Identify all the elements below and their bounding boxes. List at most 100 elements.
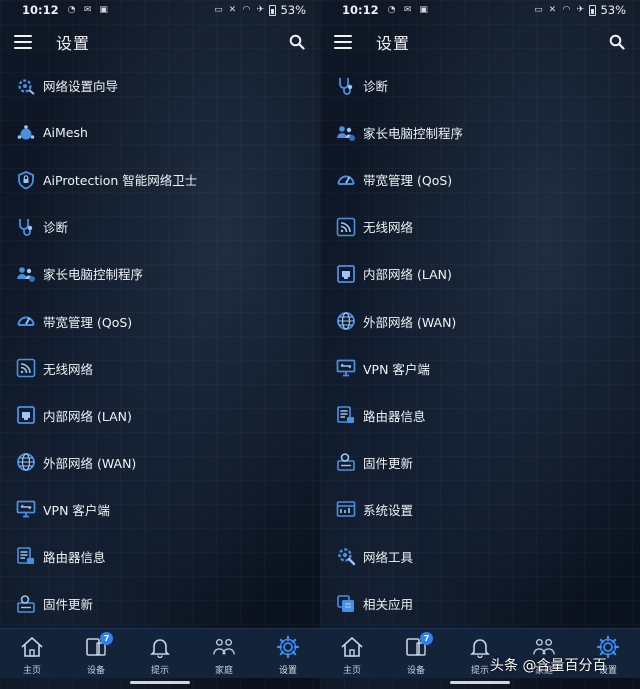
menu-item-aiprotection[interactable]: AiProtection 智能网络卫士 bbox=[0, 156, 320, 203]
search-icon[interactable] bbox=[286, 31, 308, 53]
notification-icon: ◔ bbox=[67, 5, 76, 15]
phone-screen-right: 10:12 ◔ ✉ ▣ ▭ ✕ ◠ ✈ 53% 设置 诊断 家长电脑控制程序 带… bbox=[320, 0, 640, 689]
wifi-status-icon: ◠ bbox=[242, 5, 251, 15]
battery-percent: 53% bbox=[280, 3, 306, 17]
gear-icon bbox=[276, 635, 300, 659]
battery-icon bbox=[269, 4, 277, 16]
menu-item-firmware-update[interactable]: 固件更新 bbox=[320, 439, 640, 486]
page-title: 设置 bbox=[376, 34, 411, 53]
app-bar: 设置 bbox=[320, 22, 640, 62]
nav-settings[interactable]: 设置 bbox=[256, 629, 320, 678]
menu-item-lan[interactable]: 内部网络 (LAN) bbox=[320, 250, 640, 297]
hamburger-menu-icon[interactable] bbox=[334, 35, 352, 49]
notification-icon: ◔ bbox=[387, 5, 396, 15]
airplane-icon: ✈ bbox=[576, 5, 585, 15]
home-indicator[interactable] bbox=[130, 681, 190, 684]
mute-icon: ✕ bbox=[228, 5, 237, 15]
home-icon bbox=[340, 635, 364, 659]
nav-devices[interactable]: 7 设备 bbox=[64, 629, 128, 678]
wifi-icon bbox=[336, 217, 356, 237]
globe-icon bbox=[336, 311, 356, 331]
nav-home[interactable]: 主页 bbox=[0, 629, 64, 678]
wifi-status-icon: ◠ bbox=[562, 5, 571, 15]
menu-item-wireless[interactable]: 无线网络 bbox=[0, 345, 320, 392]
home-indicator[interactable] bbox=[450, 681, 510, 684]
stethoscope-icon bbox=[16, 217, 36, 237]
menu-item-vpn-client[interactable]: VPN 客户端 bbox=[0, 486, 320, 533]
related-apps-icon bbox=[336, 594, 356, 614]
stethoscope-icon bbox=[336, 76, 356, 96]
hamburger-menu-icon[interactable] bbox=[14, 35, 32, 49]
router-info-icon bbox=[336, 405, 356, 425]
watermark-text: 头条 @含量百分百 bbox=[490, 658, 607, 674]
screenshot-composite: 10:12 ◔ ✉ ▣ ▭ ✕ ◠ ✈ 53% 设置 网络设置向导 AiMesh… bbox=[0, 0, 640, 689]
nav-family[interactable]: 家庭 bbox=[192, 629, 256, 678]
aimesh-icon bbox=[16, 123, 36, 143]
menu-item-wireless[interactable]: 无线网络 bbox=[320, 203, 640, 250]
menu-item-router-info[interactable]: 路由器信息 bbox=[0, 533, 320, 580]
menu-item-parental-control[interactable]: 家长电脑控制程序 bbox=[0, 250, 320, 297]
menu-item-qos[interactable]: 带宽管理 (QoS) bbox=[320, 156, 640, 203]
menu-item-setup-wizard[interactable]: 网络设置向导 bbox=[0, 62, 320, 109]
menu-item-wan[interactable]: 外部网络 (WAN) bbox=[320, 297, 640, 344]
menu-item-system-settings[interactable]: 系统设置 bbox=[320, 486, 640, 533]
nav-tips[interactable]: 提示 bbox=[128, 629, 192, 678]
page-title: 设置 bbox=[56, 34, 91, 53]
menu-item-parental-control[interactable]: 家长电脑控制程序 bbox=[320, 109, 640, 156]
status-time: 10:12 bbox=[22, 3, 59, 17]
devices-count-badge: 7 bbox=[420, 632, 433, 645]
menu-item-lan[interactable]: 内部网络 (LAN) bbox=[0, 392, 320, 439]
app-bar: 设置 bbox=[0, 22, 320, 62]
battery-percent: 53% bbox=[600, 3, 626, 17]
nav-home[interactable]: 主页 bbox=[320, 629, 384, 678]
network-tools-icon bbox=[336, 546, 356, 566]
bottom-navigation: 主页 7 设备 提示 家庭 设置 bbox=[0, 628, 320, 678]
menu-item-wan[interactable]: 外部网络 (WAN) bbox=[0, 439, 320, 486]
image-icon: ▣ bbox=[419, 5, 428, 15]
nfc-icon: ▭ bbox=[214, 5, 223, 15]
menu-item-related-apps[interactable]: 相关应用 bbox=[320, 580, 640, 627]
firmware-update-icon bbox=[336, 452, 356, 472]
settings-menu-list: 网络设置向导 AiMesh AiProtection 智能网络卫士 诊断 家长电… bbox=[0, 62, 320, 627]
parental-control-icon bbox=[16, 264, 36, 284]
parental-control-icon bbox=[336, 123, 356, 143]
aiprotection-icon bbox=[16, 170, 36, 190]
home-icon bbox=[20, 635, 44, 659]
firmware-update-icon bbox=[16, 594, 36, 614]
mail-icon: ✉ bbox=[83, 5, 92, 15]
devices-count-badge: 7 bbox=[100, 632, 113, 645]
image-icon: ▣ bbox=[99, 5, 108, 15]
battery-icon bbox=[589, 4, 597, 16]
family-icon bbox=[212, 635, 236, 659]
menu-item-firmware-update[interactable]: 固件更新 bbox=[0, 580, 320, 627]
menu-item-diagnosis[interactable]: 诊断 bbox=[320, 62, 640, 109]
globe-icon bbox=[16, 452, 36, 472]
mute-icon: ✕ bbox=[548, 5, 557, 15]
menu-item-network-tools[interactable]: 网络工具 bbox=[320, 533, 640, 580]
wifi-icon bbox=[16, 358, 36, 378]
nav-devices[interactable]: 7 设备 bbox=[384, 629, 448, 678]
menu-item-qos[interactable]: 带宽管理 (QoS) bbox=[0, 297, 320, 344]
bell-icon bbox=[468, 635, 492, 659]
gauge-icon bbox=[336, 170, 356, 190]
search-icon[interactable] bbox=[606, 31, 628, 53]
status-bar: 10:12 ◔ ✉ ▣ ▭ ✕ ◠ ✈ 53% bbox=[0, 0, 320, 20]
vpn-monitor-icon bbox=[16, 499, 36, 519]
settings-menu-list: 诊断 家长电脑控制程序 带宽管理 (QoS) 无线网络 内部网络 (LAN) 外… bbox=[320, 62, 640, 627]
system-settings-icon bbox=[336, 499, 356, 519]
status-time: 10:12 bbox=[342, 3, 379, 17]
lan-port-icon bbox=[16, 405, 36, 425]
status-bar: 10:12 ◔ ✉ ▣ ▭ ✕ ◠ ✈ 53% bbox=[320, 0, 640, 20]
menu-item-diagnosis[interactable]: 诊断 bbox=[0, 203, 320, 250]
phone-screen-left: 10:12 ◔ ✉ ▣ ▭ ✕ ◠ ✈ 53% 设置 网络设置向导 AiMesh… bbox=[0, 0, 320, 689]
bell-icon bbox=[148, 635, 172, 659]
lan-port-icon bbox=[336, 264, 356, 284]
airplane-icon: ✈ bbox=[256, 5, 265, 15]
nfc-icon: ▭ bbox=[534, 5, 543, 15]
menu-item-vpn-client[interactable]: VPN 客户端 bbox=[320, 345, 640, 392]
menu-item-aimesh[interactable]: AiMesh bbox=[0, 109, 320, 156]
mail-icon: ✉ bbox=[403, 5, 412, 15]
menu-item-router-info[interactable]: 路由器信息 bbox=[320, 392, 640, 439]
gauge-icon bbox=[16, 311, 36, 331]
vpn-monitor-icon bbox=[336, 358, 356, 378]
